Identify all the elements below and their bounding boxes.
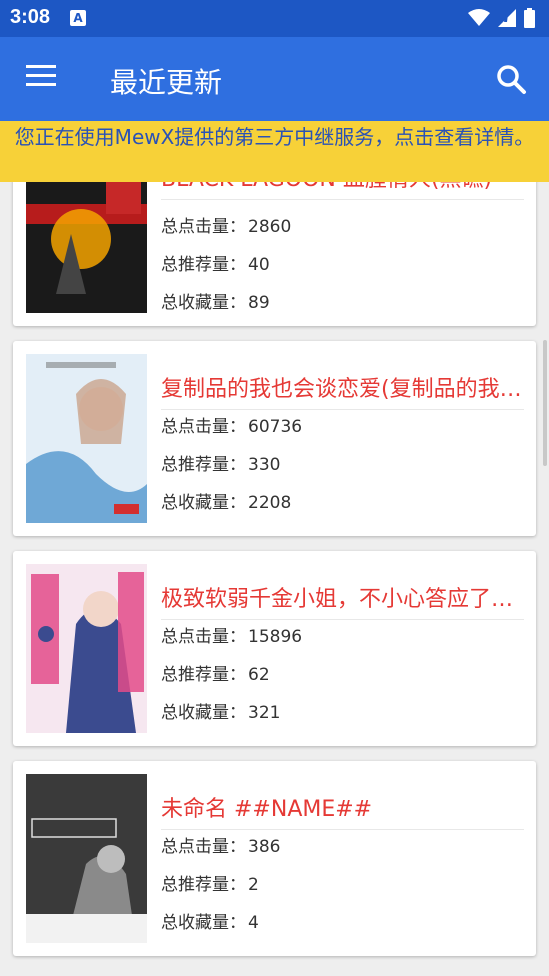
favorite-count-value: 4: [248, 913, 259, 933]
status-time: 3:08: [10, 6, 51, 28]
click-count-label: 总点击量：: [161, 627, 246, 647]
recommend-count-value: 2: [248, 875, 259, 895]
favorite-count: 总收藏量： 2208: [161, 488, 291, 513]
favorite-count-label: 总收藏量：: [161, 703, 246, 723]
click-count-value: 60736: [248, 417, 303, 437]
recommend-count: 总推荐量： 330: [161, 450, 280, 475]
app-bar: 最近更新: [0, 37, 549, 121]
notification-a-icon: A: [70, 10, 86, 26]
click-count-label: 总点击量：: [161, 217, 246, 237]
favorite-count-label: 总收藏量：: [161, 493, 246, 513]
click-count: 总点击量： 60736: [161, 412, 302, 437]
menu-button[interactable]: [26, 65, 60, 95]
hamburger-icon-line: [26, 65, 56, 68]
wifi-icon: [468, 9, 490, 26]
novel-title: 未命名 ##NAME##: [161, 791, 524, 830]
click-count: 总点击量： 2860: [161, 212, 291, 237]
recommend-count-label: 总推荐量：: [161, 665, 246, 685]
recommend-count-value: 62: [248, 665, 270, 685]
favorite-count-value: 2208: [248, 493, 292, 513]
novel-cover-image: [26, 354, 147, 523]
novel-title: 复制品的我也会谈恋爱(复制品的我也会谈恋爱): [161, 371, 524, 410]
novel-title: 极致软弱千金小姐，不小心答应了与精明未婚夫的赌局: [161, 581, 524, 620]
click-count-value: 15896: [248, 627, 303, 647]
system-icons: [468, 8, 535, 28]
favorite-count: 总收藏量： 4: [161, 908, 259, 933]
recommend-count: 总推荐量： 2: [161, 870, 259, 895]
recommend-count-label: 总推荐量：: [161, 875, 246, 895]
relay-service-banner[interactable]: 您正在使用MewX提供的第三方中继服务，点击查看详情。: [0, 121, 549, 182]
click-count: 总点击量： 15896: [161, 622, 302, 647]
novel-cover-image: [26, 774, 147, 943]
click-count-label: 总点击量：: [161, 417, 246, 437]
scrollbar[interactable]: [543, 340, 547, 466]
favorite-count-value: 321: [248, 703, 281, 723]
signal-icon: [498, 9, 516, 27]
favorite-count-value: 89: [248, 293, 270, 313]
click-count: 总点击量： 386: [161, 832, 280, 857]
novel-card[interactable]: 复制品的我也会谈恋爱(复制品的我也会谈恋爱) 总点击量：60736 总推荐量：3…: [13, 341, 536, 536]
recommend-count-label: 总推荐量：: [161, 255, 246, 275]
recommend-count-label: 总推荐量：: [161, 455, 246, 475]
battery-icon: [524, 8, 535, 28]
favorite-count-label: 总收藏量：: [161, 913, 246, 933]
page-title: 最近更新: [110, 66, 223, 99]
favorite-count: 总收藏量： 89: [161, 288, 270, 313]
search-icon[interactable]: [495, 63, 527, 95]
novel-card[interactable]: 极致软弱千金小姐，不小心答应了与精明未婚夫的赌局 总点击量：15896 总推荐量…: [13, 551, 536, 746]
click-count-value: 386: [248, 837, 281, 857]
novel-card[interactable]: 未命名 ##NAME## 总点击量： 386 总推荐量： 2 总收藏量： 4: [13, 761, 536, 956]
favorite-count: 总收藏量： 321: [161, 698, 280, 723]
hamburger-icon-line: [26, 83, 56, 86]
favorite-count-label: 总收藏量：: [161, 293, 246, 313]
recommend-count-value: 40: [248, 255, 270, 275]
click-count-value: 2860: [248, 217, 292, 237]
recommend-count-value: 330: [248, 455, 281, 475]
recommend-count: 总推荐量： 62: [161, 660, 270, 685]
novel-cover-image: [26, 564, 147, 733]
recommend-count: 总推荐量： 40: [161, 250, 270, 275]
status-bar: 3:08 A: [0, 0, 549, 37]
hamburger-icon-line: [26, 74, 56, 77]
click-count-label: 总点击量：: [161, 837, 246, 857]
